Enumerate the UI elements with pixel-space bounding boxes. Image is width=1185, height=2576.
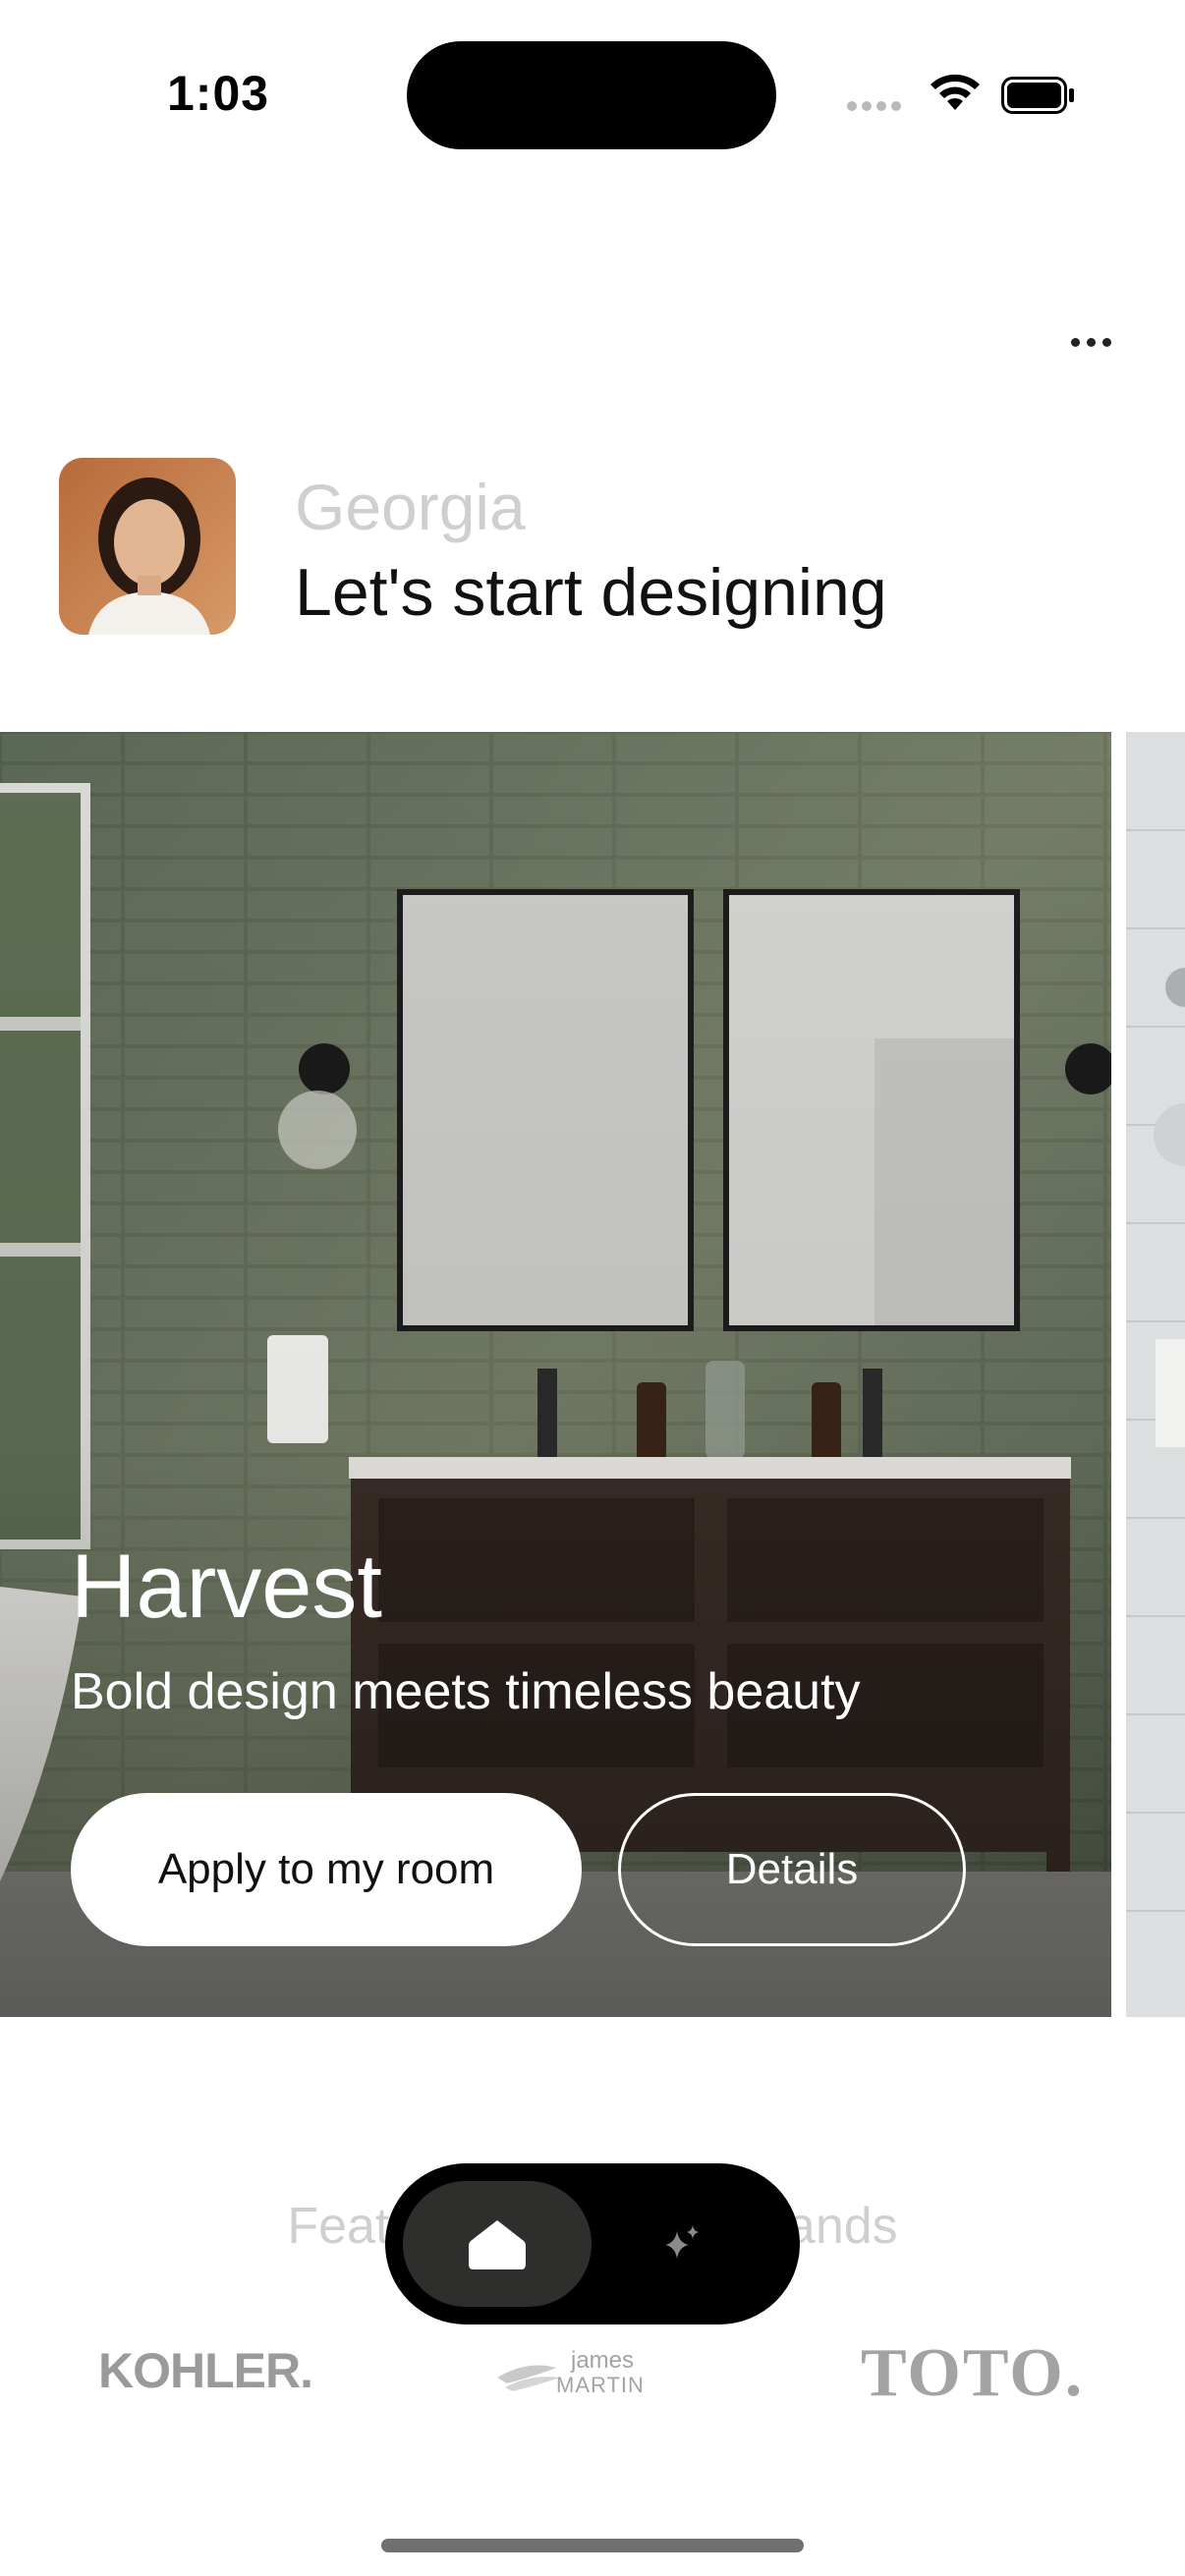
- design-card-harvest[interactable]: Harvest Bold design meets timeless beaut…: [0, 732, 1111, 2017]
- details-button[interactable]: Details: [618, 1793, 966, 1946]
- design-subtitle: Bold design meets timeless beauty: [71, 1663, 861, 1720]
- more-options-icon[interactable]: [1071, 334, 1126, 352]
- kohler-logo: KOHLER.: [98, 2343, 313, 2398]
- sparkle-icon: [665, 2225, 699, 2259]
- tab-ai-design[interactable]: [650, 2212, 713, 2275]
- apply-to-my-room-button[interactable]: Apply to my room: [71, 1793, 582, 1946]
- wifi-icon: [931, 74, 980, 110]
- user-name: Georgia: [295, 471, 526, 543]
- tab-home[interactable]: [403, 2181, 592, 2307]
- cellular-signal-icon: [847, 98, 908, 112]
- svg-text:MARTIN: MARTIN: [556, 2373, 645, 2397]
- avatar[interactable]: [59, 458, 236, 635]
- dynamic-island: [407, 41, 776, 149]
- page-title: Let's start designing: [295, 555, 887, 630]
- battery-icon: [1001, 77, 1074, 114]
- home-indicator: [381, 2539, 804, 2552]
- home-icon: [469, 2220, 526, 2269]
- toto-logo: TOTO.: [861, 2335, 1085, 2411]
- design-card-next[interactable]: [1126, 732, 1185, 2017]
- tab-bar: [385, 2163, 800, 2324]
- design-title: Harvest: [71, 1537, 382, 1637]
- svg-text:james: james: [570, 2347, 634, 2374]
- james-martin-logo: james MARTIN: [497, 2338, 694, 2407]
- bathroom-image-next: [1126, 732, 1185, 2017]
- status-time: 1:03: [167, 66, 270, 121]
